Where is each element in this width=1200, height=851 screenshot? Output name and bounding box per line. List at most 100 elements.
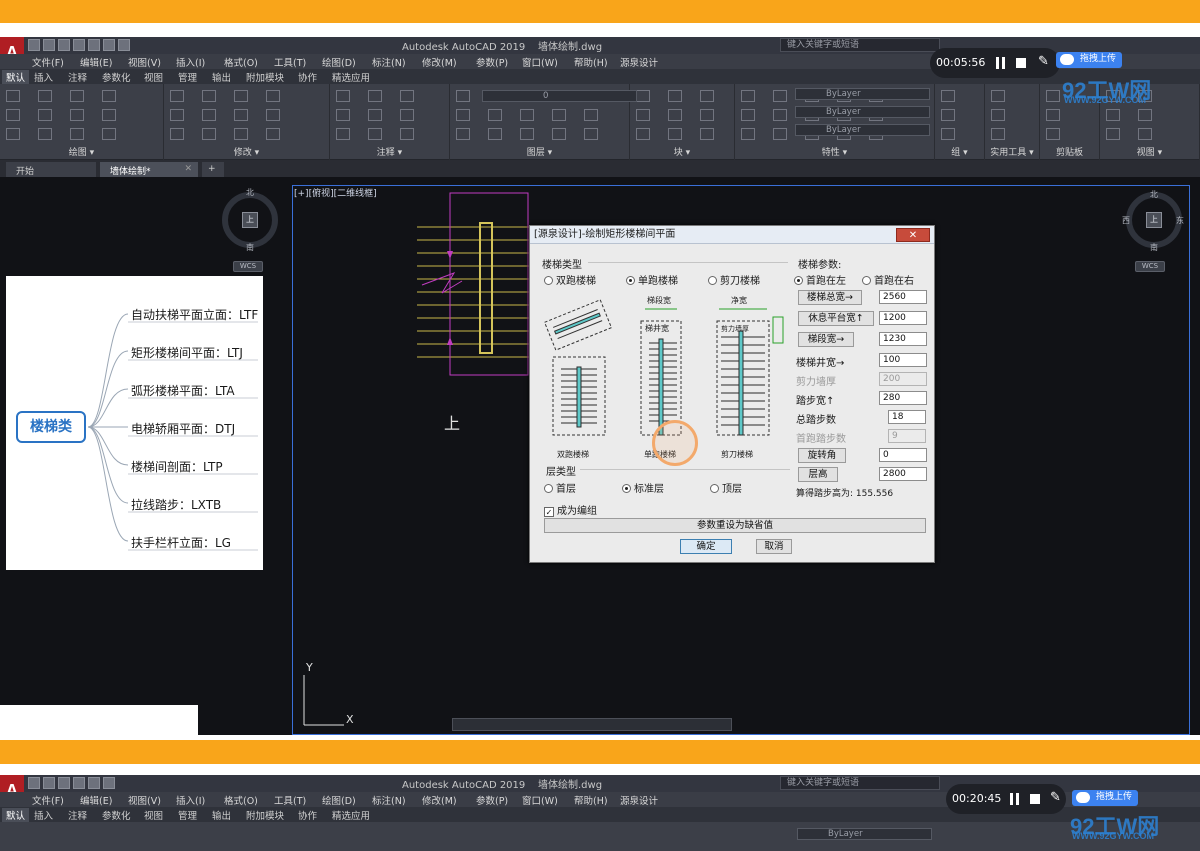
tool-icon[interactable] [102, 109, 116, 121]
tool-icon[interactable] [234, 109, 248, 121]
radio-single-stair[interactable]: 单跑楼梯 [626, 272, 678, 287]
menu-item[interactable]: 工具(T) [274, 793, 306, 807]
pause-icon[interactable] [1016, 793, 1019, 805]
radio-top-floor[interactable]: 顶层 [710, 480, 742, 495]
radio-first-left[interactable]: 首跑在左 [794, 272, 846, 287]
ribbon-tab[interactable]: 默认 [2, 808, 30, 822]
menu-item[interactable]: 窗口(W) [522, 793, 558, 807]
tool-icon[interactable] [636, 109, 650, 121]
ok-button[interactable]: 确定 [680, 539, 732, 554]
ribbon-panel-label[interactable]: 图层 ▾ [450, 145, 629, 158]
menu-item[interactable]: 窗口(W) [522, 55, 558, 69]
ribbon-tab[interactable]: 输出 [212, 70, 231, 84]
radio-icon[interactable] [710, 484, 719, 493]
tool-icon[interactable] [741, 90, 755, 102]
group-checkbox[interactable]: ✓ 成为编组 [544, 502, 597, 517]
stop-icon[interactable] [1030, 794, 1040, 804]
ribbon-tab[interactable]: 管理 [178, 70, 197, 84]
upload-button[interactable]: 拖拽上传 [1072, 790, 1139, 806]
menu-item[interactable]: 视图(V) [128, 55, 161, 69]
check-icon[interactable]: ✓ [544, 507, 554, 517]
tool-icon[interactable] [400, 109, 414, 121]
tool-icon[interactable] [336, 90, 350, 102]
tool-icon[interactable] [400, 128, 414, 140]
menu-item[interactable]: 修改(M) [422, 793, 457, 807]
radio-icon[interactable] [626, 276, 635, 285]
ribbon-tab[interactable]: 管理 [178, 808, 197, 822]
tool-icon[interactable] [170, 109, 184, 121]
ribbon-tab[interactable]: 附加模块 [246, 808, 284, 822]
menu-item[interactable]: 源泉设计 [620, 55, 658, 69]
tool-icon[interactable] [668, 109, 682, 121]
tool-icon[interactable] [773, 109, 787, 121]
platform-width-button[interactable]: 休息平台宽↑ [798, 311, 874, 326]
upload-button[interactable]: 拖拽上传 [1056, 52, 1123, 68]
plot-icon[interactable] [88, 777, 100, 789]
ribbon-panel-label[interactable]: 块 ▾ [630, 145, 734, 158]
menu-item[interactable]: 绘图(D) [322, 55, 356, 69]
platform-width-input[interactable]: 1200 [879, 311, 927, 325]
open-icon[interactable] [43, 39, 55, 51]
tool-icon[interactable] [38, 90, 52, 102]
tool-icon[interactable] [38, 109, 52, 121]
pause-icon[interactable] [1002, 57, 1005, 69]
tool-icon[interactable] [102, 90, 116, 102]
new-icon[interactable] [28, 777, 40, 789]
menu-item[interactable]: 源泉设计 [620, 793, 658, 807]
tool-icon[interactable] [552, 128, 566, 140]
plot-icon[interactable] [88, 39, 100, 51]
tool-icon[interactable] [584, 109, 598, 121]
menu-item[interactable]: 标注(N) [372, 55, 406, 69]
menu-item[interactable]: 文件(F) [32, 55, 64, 69]
open-icon[interactable] [43, 777, 55, 789]
menu-item[interactable]: 帮助(H) [574, 55, 608, 69]
tool-icon[interactable] [1046, 128, 1060, 140]
tool-icon[interactable] [6, 90, 20, 102]
total-width-input[interactable]: 2560 [879, 290, 927, 304]
tab-start[interactable]: 开始 [6, 162, 96, 177]
tool-icon[interactable] [6, 109, 20, 121]
redo-icon[interactable] [118, 39, 130, 51]
ribbon-tab[interactable]: 插入 [34, 70, 53, 84]
tool-icon[interactable] [700, 109, 714, 121]
pause-icon[interactable] [1010, 793, 1013, 805]
tool-icon[interactable] [700, 90, 714, 102]
tool-icon[interactable] [202, 90, 216, 102]
ribbon-tab[interactable]: 协作 [298, 808, 317, 822]
tool-icon[interactable] [70, 128, 84, 140]
total-steps-input[interactable]: 18 [888, 410, 926, 424]
tool-icon[interactable] [520, 128, 534, 140]
radio-icon[interactable] [708, 276, 717, 285]
tool-icon[interactable] [668, 128, 682, 140]
undo-icon[interactable] [103, 777, 115, 789]
tool-icon[interactable] [456, 128, 470, 140]
tool-icon[interactable] [400, 90, 414, 102]
new-icon[interactable] [28, 39, 40, 51]
ribbon-tab[interactable]: 视图 [144, 70, 163, 84]
ribbon-tab[interactable]: 精选应用 [332, 70, 370, 84]
tool-icon[interactable] [70, 90, 84, 102]
menu-item[interactable]: 标注(N) [372, 793, 406, 807]
tool-icon[interactable] [488, 109, 502, 121]
save-icon[interactable] [58, 777, 70, 789]
ribbon-tab[interactable]: 视图 [144, 808, 163, 822]
menu-item[interactable]: 帮助(H) [574, 793, 608, 807]
radio-icon[interactable] [544, 276, 553, 285]
total-width-button[interactable]: 楼梯总宽→ [798, 290, 862, 305]
tool-icon[interactable] [368, 90, 382, 102]
dialog-close-button[interactable]: ✕ [896, 228, 930, 242]
tool-icon[interactable] [941, 109, 955, 121]
radio-double-stair[interactable]: 双跑楼梯 [544, 272, 596, 287]
tool-icon[interactable] [1046, 109, 1060, 121]
viewcube-left[interactable]: 上 [222, 192, 278, 248]
rotation-button[interactable]: 旋转角 [798, 448, 846, 463]
ribbon-tab[interactable]: 精选应用 [332, 808, 370, 822]
ribbon-panel-label[interactable]: 剪贴板 [1040, 145, 1099, 158]
saveas-icon[interactable] [73, 777, 85, 789]
command-line[interactable] [452, 718, 732, 731]
tool-icon[interactable] [1138, 128, 1152, 140]
tool-icon[interactable] [991, 109, 1005, 121]
ribbon-tab[interactable]: 协作 [298, 70, 317, 84]
saveas-icon[interactable] [73, 39, 85, 51]
ribbon-tab[interactable]: 附加模块 [246, 70, 284, 84]
